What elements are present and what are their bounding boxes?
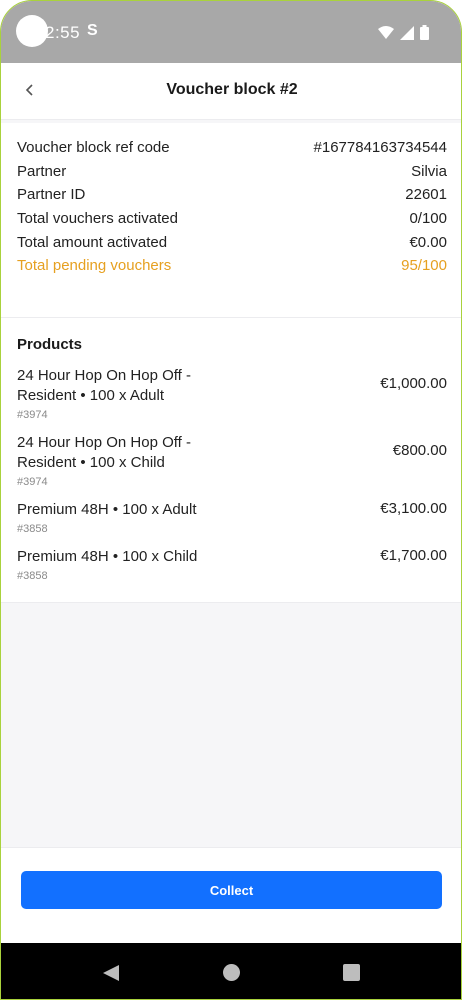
detail-row-ref-code: Voucher block ref code #167784163734544: [17, 139, 447, 156]
product-price: €1,700.00: [380, 547, 447, 564]
product-id: #3974: [17, 409, 48, 421]
detail-label: Voucher block ref code: [17, 139, 170, 156]
product-price: €800.00: [392, 442, 447, 459]
product-item: 24 Hour Hop On Hop Off - Resident • 100 …: [17, 433, 447, 488]
nav-home-icon[interactable]: [223, 964, 240, 981]
detail-label: Partner: [17, 163, 67, 180]
detail-label: Total amount activated: [17, 234, 168, 251]
products-title: Products: [17, 336, 83, 353]
product-name: Premium 48H • 100 x Adult: [17, 501, 197, 518]
product-id: #3858: [17, 570, 48, 582]
product-item: Premium 48H • 100 x Child #3858 €1,700.0…: [17, 547, 447, 582]
detail-label: Total vouchers activated: [17, 210, 178, 227]
battery-icon: [420, 25, 429, 40]
product-name: Premium 48H • 100 x Child: [17, 548, 198, 565]
detail-value: Silvia: [411, 163, 447, 180]
detail-row-vouchers-activated: Total vouchers activated 0/100: [17, 210, 447, 227]
page-title: Voucher block #2: [166, 81, 298, 98]
detail-row-amount-activated: Total amount activated €0.00: [17, 234, 447, 251]
camera-cutout: [16, 15, 48, 47]
product-price: €1,000.00: [380, 375, 447, 392]
signal-icon: [400, 25, 414, 40]
product-id: #3974: [17, 476, 48, 488]
detail-label: Partner ID: [17, 186, 86, 203]
product-name: 24 Hour Hop On Hop Off - Resident • 100 …: [17, 434, 191, 471]
nav-recents-icon[interactable]: [343, 964, 360, 981]
status-indicator: S: [87, 22, 98, 39]
detail-value: 22601: [405, 186, 447, 203]
bottom-action-bar: Collect: [1, 847, 461, 944]
status-bar: 2:55 S: [1, 1, 461, 63]
detail-row-partner-id: Partner ID 22601: [17, 186, 447, 203]
status-time: 2:55: [45, 23, 81, 42]
product-item: 24 Hour Hop On Hop Off - Resident • 100 …: [17, 366, 447, 421]
app-bar: Voucher block #2: [1, 63, 461, 120]
nav-back-icon[interactable]: [102, 964, 120, 982]
detail-row-pending-vouchers: Total pending vouchers 95/100: [17, 257, 447, 274]
detail-value: #167784163734544: [313, 139, 447, 156]
product-price: €3,100.00: [380, 500, 447, 517]
detail-value: €0.00: [409, 234, 447, 251]
product-name: 24 Hour Hop On Hop Off - Resident • 100 …: [17, 367, 191, 404]
wifi-icon: [378, 26, 394, 39]
phone-frame: 2:55 S Voucher block #2 Voucher block re…: [0, 0, 462, 1000]
status-icons: [378, 25, 429, 40]
detail-label: Total pending vouchers: [17, 257, 172, 274]
collect-button[interactable]: Collect: [21, 871, 442, 909]
products-card: Products 24 Hour Hop On Hop Off - Reside…: [1, 318, 461, 603]
product-id: #3858: [17, 523, 48, 535]
detail-value: 95/100: [401, 257, 447, 274]
product-item: Premium 48H • 100 x Adult #3858 €3,100.0…: [17, 500, 447, 535]
detail-row-partner: Partner Silvia: [17, 163, 447, 180]
detail-value: 0/100: [409, 210, 447, 227]
voucher-details-card: Voucher block ref code #167784163734544 …: [1, 123, 461, 318]
